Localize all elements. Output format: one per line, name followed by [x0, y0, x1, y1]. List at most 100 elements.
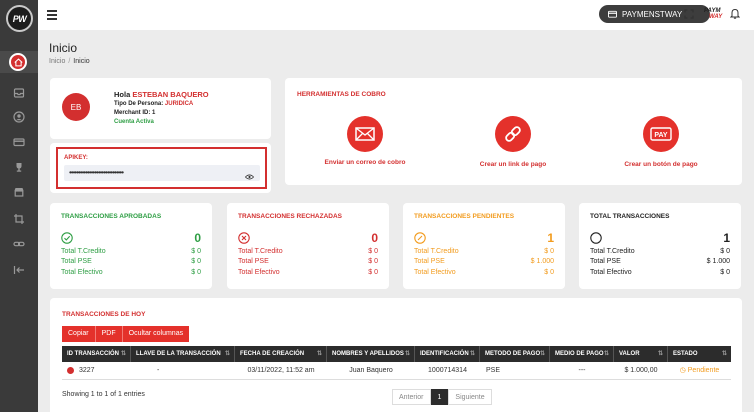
stat-title: TRANSACCIONES PENDIENTES: [414, 213, 515, 220]
status-badge: ◷ Pendiente: [668, 362, 731, 379]
fullscreen-icon[interactable]: [684, 9, 694, 21]
stat-row: Total T.Credito $ 0: [414, 248, 554, 255]
tools-title: HERRAMIENTAS DE COBRO: [297, 91, 386, 98]
column-header[interactable]: NOMBRES Y APELLIDOS ⇅: [327, 346, 415, 362]
column-header[interactable]: ESTADO ⇅: [668, 346, 731, 362]
home-icon: [9, 53, 27, 71]
stat-row-value: $ 0: [368, 258, 378, 265]
stat-row-value: $ 0: [720, 248, 730, 255]
envelope-icon: [355, 127, 375, 141]
column-header[interactable]: IDENTIFICACIÓN ⇅: [415, 346, 480, 362]
store-icon: [14, 188, 24, 197]
stat-row-label: Total PSE: [414, 258, 445, 265]
pdf-button[interactable]: PDF: [95, 326, 123, 342]
sort-icon: ⇅: [224, 351, 230, 357]
column-header[interactable]: MEDIO DE PAGO ⇅: [550, 346, 614, 362]
merchant-line: Merchant ID: 1: [114, 110, 155, 116]
stat-row-label: Total PSE: [61, 258, 92, 265]
apikey-field[interactable]: ••••••••••••••••••••••••••••••: [64, 165, 260, 181]
crop-icon: [14, 214, 24, 224]
table-row[interactable]: 3227 - 03/11/2022, 11:52 am Juan Baquero…: [62, 362, 731, 380]
sidebar-item-profile[interactable]: [0, 106, 38, 128]
table-cell-text: 3227: [79, 366, 95, 374]
sidebar-item-shop[interactable]: [0, 181, 38, 203]
link-icon: [505, 126, 521, 142]
stat-card-approved: TRANSACCIONES APROBADAS 0 Total T.Credit…: [50, 203, 212, 289]
stat-count: 0: [194, 231, 201, 245]
column-header-label: IDENTIFICACIÓN: [420, 351, 469, 357]
x-circle-icon: [238, 232, 250, 244]
column-header-label: LLAVE DE LA TRANSACCIÓN: [136, 351, 221, 357]
stat-row: Total T.Credito $ 0: [238, 248, 378, 255]
column-header-label: MEDIO DE PAGO: [555, 351, 604, 357]
stat-row-value: $ 1.000: [706, 258, 730, 265]
stat-card-total: TOTAL TRANSACCIONES 1 Total T.Credito $ 0…: [579, 203, 741, 289]
sidebar-item-links[interactable]: [0, 233, 38, 255]
stat-row-value: $ 1.000: [530, 258, 554, 265]
column-header-label: VALOR: [619, 351, 640, 357]
merchant-label: Merchant ID:: [114, 110, 151, 116]
apikey-label: APIKEY:: [64, 155, 88, 161]
person-type-value: JURIDICA: [164, 101, 194, 107]
sort-icon: ⇅: [657, 351, 663, 357]
create-link-label[interactable]: Crear un link de pago: [468, 161, 558, 168]
hide-columns-button[interactable]: Ocultar columnas: [122, 326, 190, 342]
stat-row-value: $ 0: [720, 269, 730, 276]
stat-row-label: Total PSE: [590, 258, 621, 265]
app-logo[interactable]: PW: [6, 5, 33, 32]
stat-count: 0: [371, 231, 378, 245]
page-1-button[interactable]: 1: [430, 389, 449, 405]
stat-row-label: Total PSE: [238, 258, 269, 265]
stat-row-label: Total T.Credito: [238, 248, 283, 255]
send-email-label[interactable]: Enviar un correo de cobro: [322, 159, 408, 166]
breadcrumb: Inicio / Inicio: [49, 58, 90, 65]
trophy-icon: [16, 163, 22, 172]
sidebar-item-cards[interactable]: [0, 131, 38, 153]
stat-title: TRANSACCIONES APROBADAS: [61, 213, 162, 220]
table-cell: 1000714314: [428, 367, 467, 374]
link-icon: [13, 241, 25, 247]
payment-account-label: PAYMENSTWAY: [622, 9, 683, 19]
table-info: Showing 1 to 1 of 1 entries: [62, 391, 145, 398]
brand-logo: PAYM WAY: [704, 8, 722, 20]
check-circle-icon: [61, 232, 73, 244]
tools-card: HERRAMIENTAS DE COBRO Enviar un correo d…: [285, 78, 742, 185]
stat-row-value: $ 0: [191, 258, 201, 265]
stat-row-value: $ 0: [544, 248, 554, 255]
brand-logo-bottom: WAY: [709, 14, 723, 20]
collapse-left-icon: [13, 266, 24, 274]
apikey-value: ••••••••••••••••••••••••••••••: [69, 168, 124, 177]
apikey-highlight: APIKEY: ••••••••••••••••••••••••••••••: [56, 147, 267, 189]
transactions-table: ID TRANSACCIÓN ⇅ LLAVE DE LA TRANSACCIÓN ⇅…: [62, 346, 731, 380]
sidebar-item-rewards[interactable]: [0, 156, 38, 178]
sidebar-item-crop[interactable]: [0, 208, 38, 230]
column-header[interactable]: METODO DE PAGO ⇅: [480, 346, 550, 362]
create-pay-button-label[interactable]: Crear un botón de pago: [616, 161, 706, 168]
sidebar-item-inbox[interactable]: [0, 82, 38, 104]
column-header[interactable]: LLAVE DE LA TRANSACCIÓN ⇅: [131, 346, 235, 362]
user-name: ESTEBAN BAQUERO: [132, 90, 209, 99]
column-header[interactable]: ID TRANSACCIÓN ⇅: [62, 346, 131, 362]
breadcrumb-home[interactable]: Inicio: [49, 58, 65, 65]
create-link-button[interactable]: [495, 116, 531, 152]
column-header-label: ESTADO: [673, 351, 698, 357]
send-email-button[interactable]: [347, 116, 383, 152]
menu-icon[interactable]: [47, 10, 57, 20]
bell-icon[interactable]: [729, 8, 741, 21]
previous-page-button[interactable]: Anterior: [392, 389, 431, 405]
next-page-button[interactable]: Siguiente: [448, 389, 492, 405]
column-header[interactable]: VALOR ⇅: [614, 346, 668, 362]
column-header[interactable]: FECHA DE CREACIÓN ⇅: [235, 346, 327, 362]
table-header: ID TRANSACCIÓN ⇅ LLAVE DE LA TRANSACCIÓN ⇅…: [62, 346, 731, 362]
user-circle-icon: [13, 111, 25, 123]
copy-button[interactable]: Copiar: [62, 326, 96, 342]
stat-row: Total Efectivo $ 0: [414, 269, 554, 276]
expand-row-icon[interactable]: [67, 367, 74, 374]
stat-card-rejected: TRANSACCIONES RECHAZADAS 0 Total T.Credi…: [227, 203, 389, 289]
create-pay-button[interactable]: PAY: [643, 116, 679, 152]
topbar: PAYMENSTWAY PAYM WAY: [38, 0, 754, 30]
eye-icon[interactable]: [244, 170, 255, 186]
sidebar-item-home[interactable]: [0, 51, 38, 73]
sidebar-item-logout[interactable]: [0, 259, 38, 281]
today-transactions-card: TRANSACCIONES DE HOY Copiar PDF Ocultar …: [50, 298, 742, 412]
